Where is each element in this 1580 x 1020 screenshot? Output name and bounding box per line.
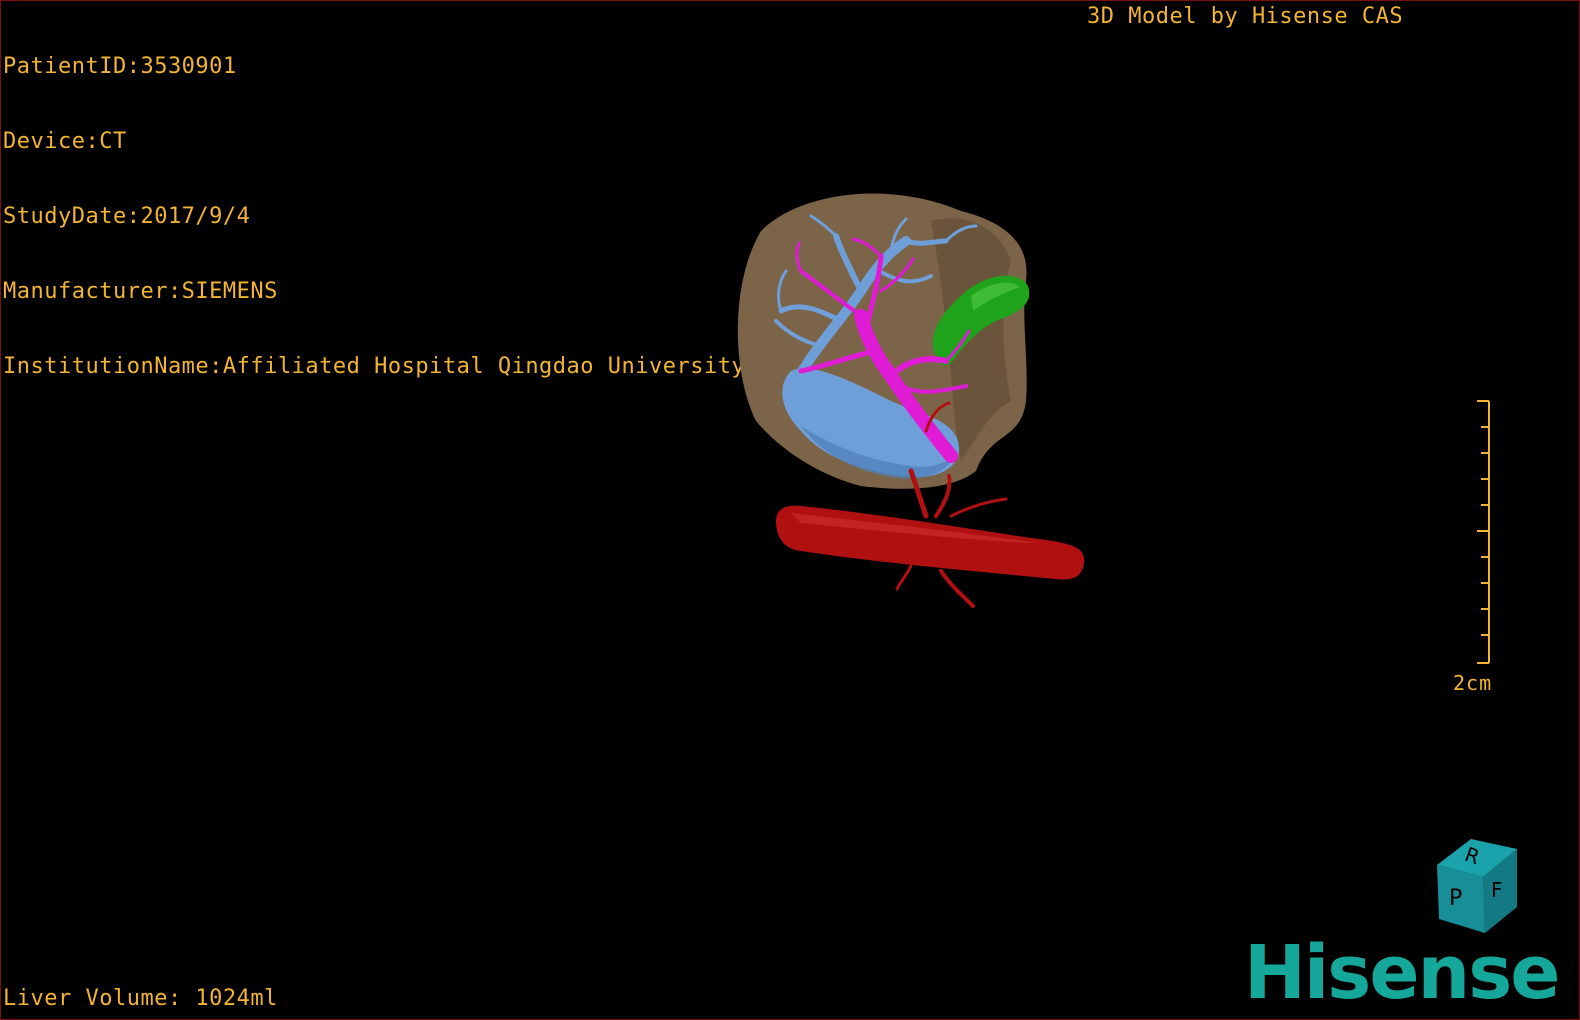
orientation-cube[interactable]: R F P <box>1425 837 1529 941</box>
model-credit: 3D Model by Hisense CAS <box>1087 4 1404 29</box>
scale-bar <box>1477 400 1490 664</box>
institution-name: InstitutionName:Affiliated Hospital Qing… <box>3 354 773 379</box>
device: Device:CT <box>3 129 127 154</box>
scale-label: 2cm <box>1453 671 1493 695</box>
cube-face-p: P <box>1449 886 1462 911</box>
3d-viewport[interactable]: PatientID:3530901 Device:CT StudyDate:20… <box>0 0 1580 1020</box>
study-date: StudyDate:2017/9/4 <box>3 204 251 229</box>
cube-face-f: F <box>1491 878 1503 902</box>
manufacturer: Manufacturer:SIEMENS <box>3 279 278 304</box>
patient-id: PatientID:3530901 <box>3 54 237 79</box>
hisense-logo: Hisense <box>1244 930 1560 1016</box>
dicom-info-overlay: PatientID:3530901 Device:CT StudyDate:20… <box>3 4 773 429</box>
liver-3d-model[interactable] <box>701 171 1141 631</box>
liver-volume: Liver Volume: 1024ml <box>3 986 278 1011</box>
